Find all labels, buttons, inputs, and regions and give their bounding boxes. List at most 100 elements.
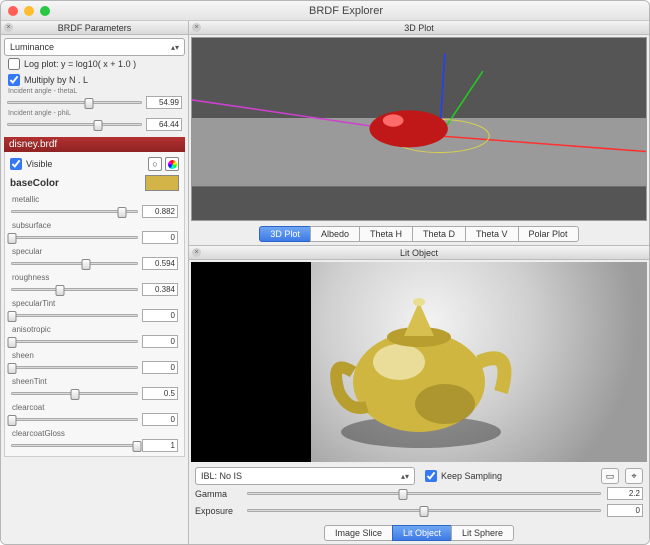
- slider-thumb[interactable]: [8, 337, 17, 348]
- param-label: clearcoat: [8, 401, 181, 412]
- slider-track[interactable]: [11, 418, 138, 421]
- multiply-nl-checkbox[interactable]: Multiply by N . L: [4, 72, 185, 88]
- brdf-visible-checkbox[interactable]: Visible: [10, 158, 52, 170]
- probe-button[interactable]: ⌖: [625, 468, 643, 484]
- param-slider-subsurface[interactable]: 0: [8, 230, 181, 245]
- param-value[interactable]: 0.882: [142, 205, 178, 218]
- keep-sampling-checkbox[interactable]: Keep Sampling: [421, 468, 506, 484]
- slider-track[interactable]: [11, 314, 138, 317]
- slider-track[interactable]: [11, 444, 138, 447]
- param-value[interactable]: 0: [142, 335, 178, 348]
- brdf-file-header[interactable]: disney.brdf: [4, 137, 185, 152]
- plot3d-scene: [192, 38, 646, 221]
- plot-tab-polar-plot[interactable]: Polar Plot: [518, 226, 579, 242]
- slider-thumb[interactable]: [8, 363, 17, 374]
- slider-track[interactable]: [11, 366, 138, 369]
- slider-track[interactable]: [7, 101, 142, 104]
- slider-track[interactable]: [11, 288, 138, 291]
- param-value[interactable]: 0.384: [142, 283, 178, 296]
- phiL-value[interactable]: 64.44: [146, 118, 182, 131]
- param-slider-anisotropic[interactable]: 0: [8, 334, 181, 349]
- param-value[interactable]: 0: [142, 309, 178, 322]
- slider-thumb[interactable]: [55, 285, 64, 296]
- param-value[interactable]: 0.5: [142, 387, 178, 400]
- minimize-window-button[interactable]: [24, 6, 34, 16]
- slider-track[interactable]: [11, 392, 138, 395]
- param-value[interactable]: 0: [142, 361, 178, 374]
- exposure-value[interactable]: 0: [607, 504, 643, 517]
- plot3d-tabbar: 3D PlotAlbedoTheta HTheta DTheta VPolar …: [189, 223, 649, 245]
- slider-thumb[interactable]: [94, 120, 103, 131]
- thetaL-slider[interactable]: 54.99: [4, 95, 185, 110]
- close-icon[interactable]: ×: [192, 248, 201, 257]
- log-plot-checkbox-input[interactable]: [8, 58, 20, 70]
- window-titlebar[interactable]: BRDF Explorer: [1, 1, 649, 21]
- ibl-select[interactable]: IBL: No IS ▴▾: [195, 467, 415, 485]
- plot3d-viewport[interactable]: [191, 37, 647, 221]
- slider-track[interactable]: [247, 492, 601, 495]
- brdf-visible-checkbox-input[interactable]: [10, 158, 22, 170]
- slider-thumb[interactable]: [420, 506, 429, 517]
- thetaL-value[interactable]: 54.99: [146, 96, 182, 109]
- lit-tab-image-slice[interactable]: Image Slice: [324, 525, 393, 541]
- exposure-slider[interactable]: Exposure 0: [195, 502, 643, 519]
- slider-thumb[interactable]: [70, 389, 79, 400]
- slider-thumb[interactable]: [118, 207, 127, 218]
- slider-thumb[interactable]: [133, 441, 142, 452]
- slider-track[interactable]: [11, 340, 138, 343]
- param-slider-sheenTint[interactable]: 0.5: [8, 386, 181, 401]
- plot3d-panel-header[interactable]: × 3D Plot: [189, 21, 649, 35]
- param-value[interactable]: 1: [142, 439, 178, 452]
- solo-button[interactable]: ○: [148, 157, 162, 171]
- slider-track[interactable]: [11, 236, 138, 239]
- litobject-viewport[interactable]: [191, 262, 647, 462]
- slider-track[interactable]: [7, 123, 142, 126]
- slider-track[interactable]: [11, 262, 138, 265]
- zoom-window-button[interactable]: [40, 6, 50, 16]
- phiL-slider[interactable]: 64.44: [4, 117, 185, 132]
- param-slider-metallic[interactable]: 0.882: [8, 204, 181, 219]
- channel-select[interactable]: Luminance ▴▾: [4, 38, 185, 56]
- plot-tab-theta-v[interactable]: Theta V: [465, 226, 519, 242]
- param-slider-clearcoat[interactable]: 0: [8, 412, 181, 427]
- param-value[interactable]: 0: [142, 231, 178, 244]
- slider-track[interactable]: [11, 210, 138, 213]
- gamma-slider[interactable]: Gamma 2.2: [195, 485, 643, 502]
- plot-tab-theta-h[interactable]: Theta H: [359, 226, 413, 242]
- param-value[interactable]: 0: [142, 413, 178, 426]
- param-slider-roughness[interactable]: 0.384: [8, 282, 181, 297]
- litobject-panel-header[interactable]: × Lit Object: [189, 246, 649, 260]
- slider-thumb[interactable]: [398, 489, 407, 500]
- param-slider-specularTint[interactable]: 0: [8, 308, 181, 323]
- param-label: specular: [8, 245, 181, 256]
- basecolor-swatch[interactable]: [145, 175, 179, 191]
- param-value[interactable]: 0.594: [142, 257, 178, 270]
- plot-tab-3d-plot[interactable]: 3D Plot: [259, 226, 311, 242]
- slider-thumb[interactable]: [8, 233, 17, 244]
- param-slider-sheen[interactable]: 0: [8, 360, 181, 375]
- plot-tab-theta-d[interactable]: Theta D: [412, 226, 466, 242]
- slider-track[interactable]: [247, 509, 601, 512]
- close-icon[interactable]: ×: [4, 23, 13, 32]
- parameters-panel-header[interactable]: × BRDF Parameters: [1, 21, 188, 35]
- colormap-button[interactable]: [165, 157, 179, 171]
- param-label: subsurface: [8, 219, 181, 230]
- keep-sampling-checkbox-input[interactable]: [425, 470, 437, 482]
- close-icon[interactable]: ×: [192, 23, 201, 32]
- slider-thumb[interactable]: [8, 311, 17, 322]
- slider-thumb[interactable]: [8, 415, 17, 426]
- plot-tab-albedo[interactable]: Albedo: [310, 226, 360, 242]
- multiply-nl-checkbox-input[interactable]: [8, 74, 20, 86]
- close-window-button[interactable]: [8, 6, 18, 16]
- thetaL-caption: Incident angle - thetaL: [4, 88, 185, 95]
- snapshot-button[interactable]: ▭: [601, 468, 619, 484]
- slider-thumb[interactable]: [81, 259, 90, 270]
- param-slider-specular[interactable]: 0.594: [8, 256, 181, 271]
- log-plot-checkbox[interactable]: Log plot: y = log10( x + 1.0 ): [4, 56, 185, 72]
- slider-thumb[interactable]: [85, 98, 94, 109]
- lit-tab-lit-object[interactable]: Lit Object: [392, 525, 452, 541]
- param-slider-clearcoatGloss[interactable]: 1: [8, 438, 181, 453]
- gamma-value[interactable]: 2.2: [607, 487, 643, 500]
- lit-tab-lit-sphere[interactable]: Lit Sphere: [451, 525, 514, 541]
- plot3d-panel: × 3D Plot 3D PlotAlbedoTheta HT: [189, 21, 649, 246]
